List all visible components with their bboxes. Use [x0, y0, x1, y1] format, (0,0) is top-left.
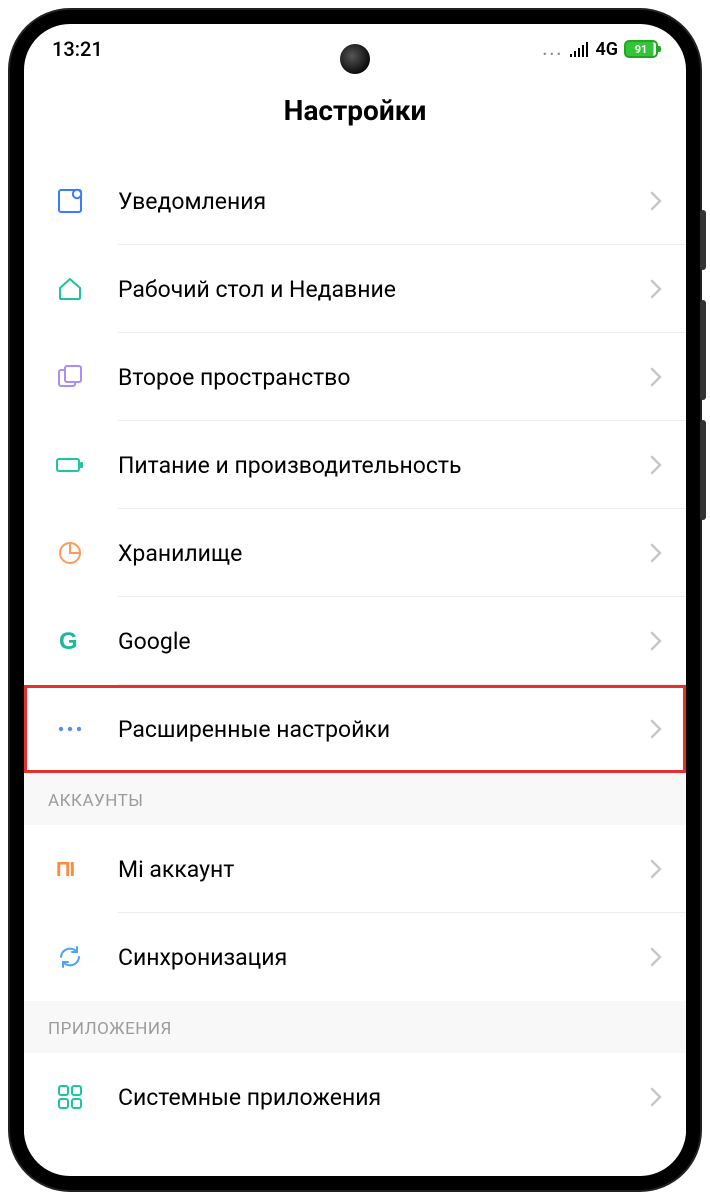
row-home-recents[interactable]: Рабочий стол и Недавние — [24, 245, 686, 333]
menu-dots-icon: ... — [542, 39, 563, 60]
chevron-right-icon — [650, 719, 662, 739]
side-button — [700, 300, 706, 400]
battery-performance-icon — [48, 455, 92, 475]
phone-frame: 13:21 ... 4G 91 Настройки Уведомления — [10, 10, 700, 1190]
row-mi-account[interactable]: ΠΙ Mi аккаунт — [24, 825, 686, 913]
row-label: Питание и производительность — [118, 452, 650, 479]
row-google[interactable]: G Google — [24, 597, 686, 685]
row-notifications[interactable]: Уведомления — [24, 157, 686, 245]
row-label: Расширенные настройки — [118, 716, 650, 743]
chevron-right-icon — [650, 859, 662, 879]
row-label: Второе пространство — [118, 364, 650, 391]
status-right: ... 4G 91 — [542, 39, 658, 60]
google-icon: G — [48, 628, 92, 654]
row-label: Рабочий стол и Недавние — [118, 276, 650, 303]
status-time: 13:21 — [52, 37, 103, 61]
chevron-right-icon — [650, 543, 662, 563]
chevron-right-icon — [650, 631, 662, 651]
settings-list: Уведомления Рабочий стол и Недавние Втор… — [24, 157, 686, 1141]
apps-icon — [48, 1084, 92, 1110]
row-battery-performance[interactable]: Питание и производительность — [24, 421, 686, 509]
second-space-icon — [48, 363, 92, 391]
signal-icon — [569, 41, 589, 57]
svg-text:G: G — [59, 628, 78, 654]
sync-icon — [48, 943, 92, 971]
chevron-right-icon — [650, 1087, 662, 1107]
page-title: Настройки — [24, 68, 686, 157]
camera-cutout — [340, 44, 370, 74]
section-header-accounts: АККАУНТЫ — [24, 773, 686, 825]
battery-icon: 91 — [624, 40, 658, 58]
row-label: Уведомления — [118, 188, 650, 215]
home-icon — [48, 275, 92, 303]
row-label: Mi аккаунт — [118, 856, 650, 883]
battery-percent-label: 91 — [635, 43, 648, 56]
side-button — [700, 210, 706, 270]
row-label: Хранилище — [118, 540, 650, 567]
row-label: Системные приложения — [118, 1084, 650, 1111]
row-label: Google — [118, 628, 650, 655]
chevron-right-icon — [650, 947, 662, 967]
storage-icon — [48, 539, 92, 567]
chevron-right-icon — [650, 367, 662, 387]
chevron-right-icon — [650, 191, 662, 211]
section-header-apps: ПРИЛОЖЕНИЯ — [24, 1001, 686, 1053]
more-icon — [48, 724, 92, 734]
row-second-space[interactable]: Второе пространство — [24, 333, 686, 421]
row-system-apps[interactable]: Системные приложения — [24, 1053, 686, 1141]
screen: 13:21 ... 4G 91 Настройки Уведомления — [24, 24, 686, 1176]
svg-text:ΠΙ: ΠΙ — [56, 859, 74, 879]
network-type-label: 4G — [595, 39, 618, 60]
row-advanced-settings[interactable]: Расширенные настройки — [24, 685, 686, 773]
side-button — [700, 420, 706, 520]
row-sync[interactable]: Синхронизация — [24, 913, 686, 1001]
row-storage[interactable]: Хранилище — [24, 509, 686, 597]
notification-icon — [48, 187, 92, 215]
chevron-right-icon — [650, 455, 662, 475]
mi-icon: ΠΙ — [48, 859, 92, 879]
row-label: Синхронизация — [118, 944, 650, 971]
chevron-right-icon — [650, 279, 662, 299]
